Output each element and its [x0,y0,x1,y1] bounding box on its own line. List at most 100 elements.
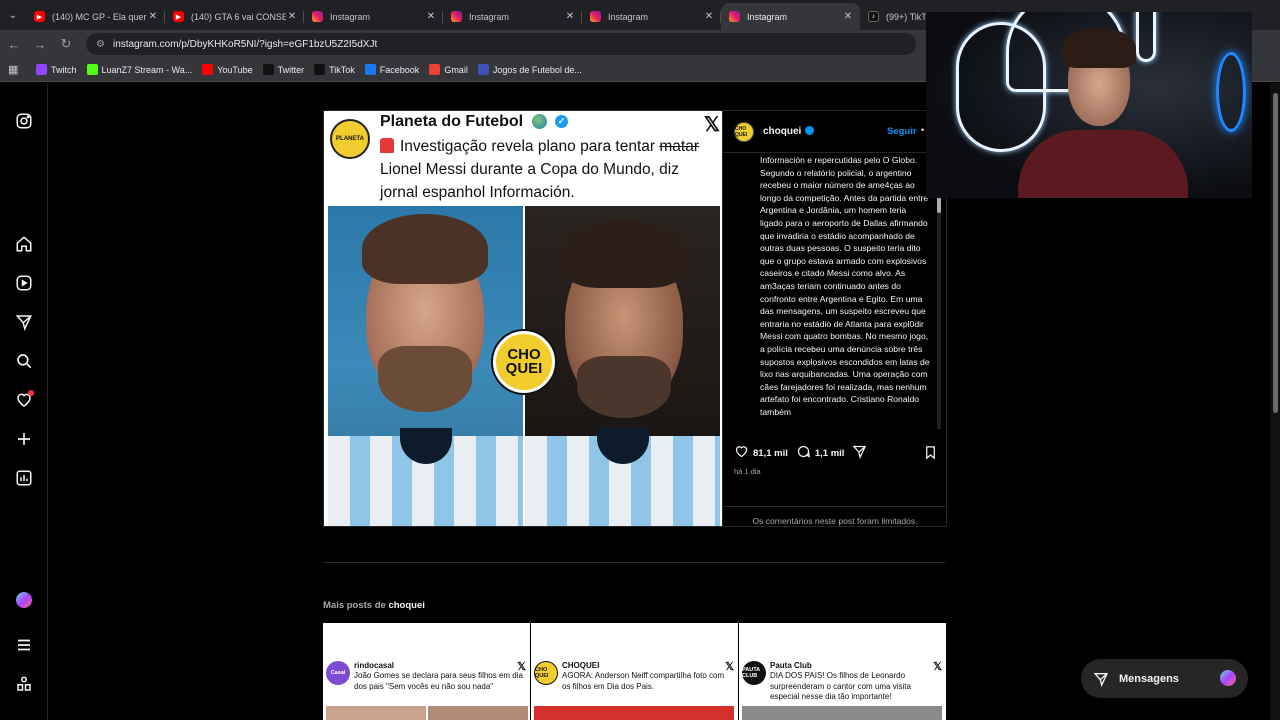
post-author-avatar: CHO QUEI [534,661,558,685]
close-tab-icon[interactable]: ✕ [425,11,437,22]
browser-tab[interactable]: ▶ (140) GTA 6 vai CONSERTA...✕ [165,3,304,30]
dashboard-icon[interactable] [14,468,34,488]
more-post-item[interactable]: CHO QUEI CHOQUEI 𝕏 AGORA: Anderson Neiff… [531,623,738,720]
close-tab-icon[interactable]: ✕ [147,11,159,22]
post-image[interactable]: PLANETA Planeta do Futebol ✓ 𝕏 Investiga… [323,110,723,527]
streamer-webcam [926,12,1252,198]
notifications-heart-icon[interactable] [14,390,34,410]
facebook-icon [364,64,376,75]
search-icon[interactable] [14,351,34,371]
post-details-panel: CHO QUEI choquei Seguir • Información e … [723,110,947,527]
share-icon[interactable] [852,444,867,462]
post-preview-photo [534,706,734,720]
bookmark-item[interactable]: Twitter [262,64,305,75]
twitch-icon [36,64,47,75]
direct-send-icon[interactable] [14,312,34,332]
youtube-icon [202,64,214,75]
post-actions: 81,1 mil 1,1 mil [734,445,938,461]
tab-search-dropdown-icon[interactable]: ⌄ [0,0,26,30]
post-author-name: CHOQUEI [562,661,600,670]
messages-button[interactable]: Mensagens [1081,659,1248,698]
globe-icon [531,114,547,130]
browser-tab[interactable]: Instagram ✕ [582,3,721,30]
x-logo-icon: 𝕏 [703,114,720,136]
comment-icon[interactable] [796,444,811,462]
more-menu-icon[interactable] [14,635,34,655]
post-timestamp[interactable]: há 1 dia [734,467,761,476]
url-text: instagram.com/p/DbyKHKoR5NI/?igsh=eGF1bz… [112,38,378,50]
reels-icon[interactable] [14,273,34,293]
bookmark-item[interactable]: TikTok [314,64,355,75]
post-image-source: Planeta do Futebol ✓ [380,113,569,131]
reload-button[interactable]: ↻ [54,32,78,56]
post-caption: Información e repercutidas pelo O Globo.… [760,155,930,417]
address-bar[interactable]: ⚙ instagram.com/p/DbyKHKoR5NI/?igsh=eGF1… [86,33,916,55]
instagram-icon [312,11,323,22]
planeta-do-futebol-logo: PLANETA [330,119,370,159]
choquei-badge: CHO QUEI [493,331,555,393]
instagram-sidebar [0,83,48,720]
bookmark-label: Gmail [444,64,468,75]
post-author-name: Pauta Club [770,661,812,670]
bookmark-label: Jogos de Futebol de... [492,64,582,75]
close-tab-icon[interactable]: ✕ [842,11,854,22]
instagram-icon [451,11,462,22]
home-icon[interactable] [14,234,34,254]
bookmark-item[interactable]: Twitch [36,64,77,75]
author-avatar[interactable]: CHO QUEI [734,121,754,142]
verified-icon: ✓ [555,115,569,129]
post-preview-photo [428,706,528,720]
close-tab-icon[interactable]: ✕ [286,11,298,22]
browser-tab[interactable]: Instagram ✕ [304,3,443,30]
bookmark-label: Twitch [51,64,77,75]
likes-count[interactable]: 81,1 mil [753,448,788,459]
more-posts-username[interactable]: choquei [388,600,424,611]
tab-title: (140) MC GP - Ela quer um... [52,11,147,22]
create-plus-icon[interactable] [14,429,34,449]
gmail-icon [429,64,441,75]
like-heart-icon[interactable] [734,444,749,462]
bookmark-label: Facebook [379,64,420,75]
tab-title: Instagram [330,11,371,22]
close-tab-icon[interactable]: ✕ [564,11,576,22]
section-divider [323,562,946,563]
games-icon [477,64,489,75]
messages-label: Mensagens [1119,672,1179,685]
bookmark-item[interactable]: Jogos de Futebol de... [477,64,582,75]
author-username[interactable]: choquei [763,126,815,137]
tiktok-icon [314,64,326,75]
site-info-icon[interactable]: ⚙ [96,39,105,50]
browser-tab[interactable]: Instagram ✕ [721,3,860,30]
browser-tab[interactable]: ▶ (140) MC GP - Ela quer um...✕ [26,3,165,30]
browser-tab[interactable]: Instagram ✕ [443,3,582,30]
post-preview-photo [326,706,426,720]
more-options-icon[interactable]: • [921,125,924,135]
post-preview-text: João Gomes se declara para seus filhos e… [354,671,523,691]
comments-count[interactable]: 1,1 mil [815,448,845,459]
bookmark-item[interactable]: Facebook [364,64,420,75]
close-tab-icon[interactable]: ✕ [703,11,715,22]
back-button[interactable]: ← [2,32,26,56]
bookmark-item[interactable]: LuanZ7 Stream - Wa... [86,64,192,75]
bookmark-item[interactable]: Gmail [429,64,468,75]
meta-apps-icon[interactable] [14,674,34,694]
bookmark-item[interactable]: YouTube [202,64,253,75]
verified-icon [805,126,815,135]
tab-title: Instagram [608,11,649,22]
more-post-item[interactable]: Casal rindocasal 𝕏 João Gomes se declara… [323,623,530,720]
post-author-avatar: Casal [326,661,350,685]
profile-avatar[interactable] [16,592,32,608]
bookmark-label: Twitter [277,64,305,75]
save-bookmark-icon[interactable] [923,445,938,463]
forward-button[interactable]: → [28,32,52,56]
tiktok-icon: ♪ [868,11,879,22]
instagram-logo-icon[interactable] [14,111,34,131]
apps-grid-icon[interactable]: ▦ [8,63,22,76]
post-preview-text: AGORA: Anderson Neiff compartilha foto c… [562,671,725,691]
page-scrollbar[interactable] [1270,83,1280,720]
x-icon [262,64,274,75]
follow-button[interactable]: Seguir [887,126,917,137]
post-author-name: rindocasal [354,661,395,670]
more-post-item[interactable]: PAUTA CLUB Pauta Club 𝕏 DIA DOS PAIS! Os… [739,623,946,720]
more-posts-title: Mais posts de choquei [323,600,425,611]
